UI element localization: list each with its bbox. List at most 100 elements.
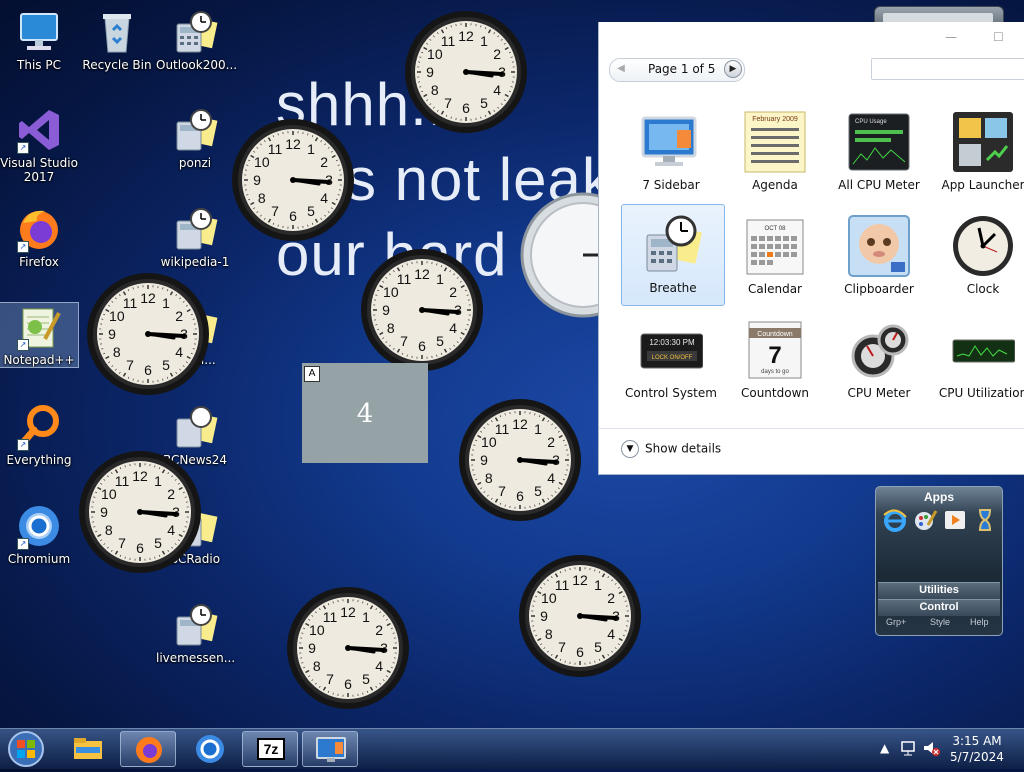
svg-text:7: 7 <box>326 671 334 687</box>
desktop-icon-chromium[interactable]: ↗ Chromium <box>0 502 78 566</box>
svg-text:11: 11 <box>441 33 456 49</box>
dock-style-button[interactable]: Style <box>930 617 950 627</box>
clock-gadget[interactable]: 123456789101112 <box>518 554 642 678</box>
show-hidden-icons[interactable]: ▲ <box>880 741 889 755</box>
gallery-item-control-system[interactable]: 12:03:30 PMLOCK ON/OFF Control System <box>619 310 723 412</box>
svg-text:5: 5 <box>480 95 488 111</box>
svg-text:7: 7 <box>118 535 126 551</box>
taskbar-gadgets[interactable] <box>302 731 358 767</box>
clock-icon <box>951 214 1015 278</box>
gallery-pager: ◀ Page 1 of 5 ▶ <box>609 58 745 82</box>
desktop-icon-everything[interactable]: ↗ Everything <box>0 403 78 467</box>
taskbar-file-explorer[interactable] <box>60 731 116 767</box>
calculator-note-clock-icon <box>641 213 705 277</box>
minimize-icon[interactable]: — <box>945 30 957 44</box>
slideshow-box[interactable]: A 4 <box>302 363 428 463</box>
svg-text:6: 6 <box>136 540 144 556</box>
dock-control-tab[interactable]: Control <box>876 601 1002 613</box>
desktop-icon-wikipedia[interactable]: wikipedia-1 <box>156 205 234 269</box>
volume-muted-icon[interactable] <box>922 739 940 760</box>
gallery-item-label: Breathe <box>622 281 724 295</box>
svg-text:9: 9 <box>540 608 548 624</box>
gallery-item-all-cpu-meter[interactable]: CPU Usage All CPU Meter <box>827 102 931 204</box>
svg-text:2: 2 <box>449 284 457 300</box>
svg-text:5: 5 <box>307 203 315 219</box>
clock-gadget[interactable]: 123456789101112 <box>286 586 410 710</box>
svg-text:2: 2 <box>607 590 615 606</box>
gallery-item-cpu-meter[interactable]: CPU Meter <box>827 310 931 412</box>
svg-text:9: 9 <box>108 326 116 342</box>
calculator-note-icon <box>171 403 219 451</box>
gallery-item-clock[interactable]: Clock <box>931 206 1024 308</box>
desktop-icon-ponzi[interactable]: ponzi <box>156 106 234 170</box>
svg-text:2: 2 <box>320 154 328 170</box>
gallery-item-app-launcher[interactable]: App Launcher <box>931 102 1024 204</box>
svg-text:5: 5 <box>594 639 602 655</box>
maximize-icon[interactable]: ☐ <box>993 30 1004 44</box>
start-button[interactable] <box>6 730 46 772</box>
gallery-item-agenda[interactable]: February 2009 Agenda <box>723 102 827 204</box>
desktop-icon-outlook[interactable]: Outlook200... <box>156 8 234 72</box>
gallery-item-countdown[interactable]: Countdown7days to go Countdown <box>723 310 827 412</box>
gallery-search-input[interactable] <box>871 58 1024 80</box>
gallery-item-cpu-utilization[interactable]: CPU Utilization <box>931 310 1024 412</box>
gallery-item-7-sidebar[interactable]: 7 Sidebar <box>619 102 723 204</box>
taskbar-7zip[interactable]: 7z <box>242 731 298 767</box>
icon-label: Recycle Bin <box>78 58 156 72</box>
chromium-icon <box>182 731 238 767</box>
show-details-toggle[interactable]: ▼Show details <box>621 440 721 458</box>
clock-gadget[interactable]: 123456789101112 <box>86 272 210 396</box>
svg-text:4: 4 <box>449 320 457 336</box>
paint-brush-icon[interactable] <box>912 507 938 538</box>
baby-photo-icon <box>847 214 911 278</box>
svg-text:7: 7 <box>126 357 134 373</box>
gallery-item-calendar[interactable]: OCT 08 Calendar <box>723 206 827 308</box>
cpu-usage-label: CPU Usage <box>855 119 887 125</box>
svg-text:11: 11 <box>495 421 510 437</box>
gallery-item-label: Control System <box>619 386 723 400</box>
notepad-plus-plus-icon: ↗ <box>15 303 63 351</box>
gallery-item-label: All CPU Meter <box>827 178 931 192</box>
next-page-button[interactable]: ▶ <box>724 60 742 78</box>
svg-text:8: 8 <box>313 658 321 674</box>
hourglass-icon[interactable] <box>972 507 998 538</box>
gallery-item-label: Clock <box>931 282 1024 296</box>
gadget-gallery-window: — ☐ ◀ Page 1 of 5 ▶ 7 Sidebar February 2… <box>598 22 1024 475</box>
svg-text:5: 5 <box>436 333 444 349</box>
desktop-icon-notepad-plus-plus[interactable]: ↗ Notepad++ <box>0 303 78 367</box>
chromium-icon: ↗ <box>15 502 63 550</box>
taskbar-firefox[interactable] <box>120 731 176 767</box>
gallery-item-clipboarder[interactable]: Clipboarder <box>827 206 931 308</box>
svg-text:8: 8 <box>105 522 113 538</box>
clock-gadget[interactable]: 123456789101112 <box>360 248 484 372</box>
monitor-icon <box>639 110 703 174</box>
taskbar-chromium[interactable] <box>182 731 238 767</box>
dock-help-button[interactable]: Help <box>970 617 989 627</box>
countdown-calendar-icon: Countdown7days to go <box>743 318 807 382</box>
media-player-icon[interactable] <box>942 507 968 538</box>
gallery-item-label: 7 Sidebar <box>619 178 723 192</box>
gallery-item-label: Countdown <box>723 386 827 400</box>
icon-label: This PC <box>0 58 78 72</box>
internet-explorer-icon[interactable] <box>882 507 908 538</box>
clock-gadget[interactable]: 123456789101112 <box>458 398 582 522</box>
seven-zip-icon: 7z <box>257 738 285 760</box>
clock-gadget[interactable]: 123456789101112 <box>404 10 528 134</box>
desktop-icon-visual-studio[interactable]: ↗ Visual Studio 2017 <box>0 106 78 184</box>
desktop-icon-livemessenger[interactable]: livemessen... <box>156 601 234 665</box>
clock-gadget[interactable]: 123456789101112 <box>78 450 202 574</box>
calculator-note-icon <box>171 8 219 56</box>
desktop-icon-this-pc[interactable]: This PC <box>0 8 78 72</box>
network-icon[interactable] <box>900 739 918 760</box>
dock-utilities-tab[interactable]: Utilities <box>876 584 1002 596</box>
svg-text:7: 7 <box>558 639 566 655</box>
app-launcher-icon <box>951 110 1015 174</box>
gallery-item-breathe[interactable]: Breathe <box>621 204 725 306</box>
prev-page-button[interactable]: ◀ <box>612 60 630 78</box>
agenda-icon: February 2009 <box>743 110 807 174</box>
clock-gadget[interactable]: 123456789101112 <box>231 118 355 242</box>
desktop-icon-recycle-bin[interactable]: Recycle Bin <box>78 8 156 72</box>
dock-grp-button[interactable]: Grp+ <box>886 617 906 627</box>
desktop-icon-firefox[interactable]: ↗ Firefox <box>0 205 78 269</box>
taskbar-clock[interactable]: 3:15 AM 5/7/2024 <box>942 733 1012 765</box>
